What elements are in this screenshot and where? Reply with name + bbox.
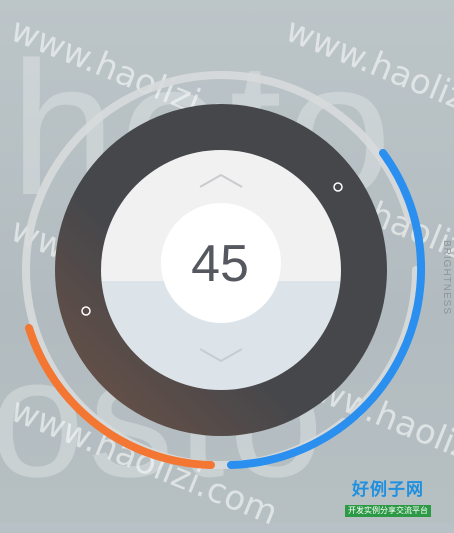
site-title: 好例子网 (352, 480, 424, 500)
site-logo: 好例子网 开发实例分享交流平台 (338, 480, 438, 520)
temperature-value: 45 (191, 235, 249, 293)
increase-button[interactable] (181, 166, 261, 196)
decrease-button[interactable] (181, 340, 261, 370)
side-label: BRIGHTNESS (441, 240, 452, 316)
site-subtitle: 开发实例分享交流平台 (345, 505, 431, 517)
